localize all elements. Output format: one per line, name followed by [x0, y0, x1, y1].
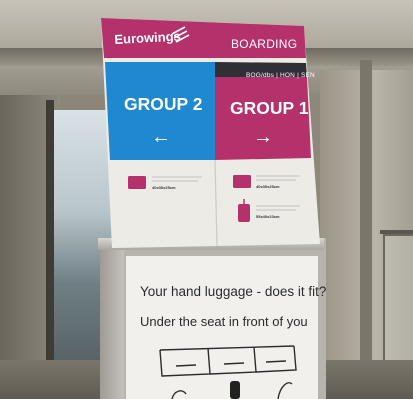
group-2-label: GROUP 2 [124, 94, 203, 114]
small-bag-icon-g1 [233, 175, 251, 188]
small-bag-icon-g2 [128, 176, 146, 189]
trolley-icon-g1 [238, 204, 250, 222]
bag-dims-g2: 40x30x25cm [152, 185, 176, 190]
bag-dims-g1: 40x30x25cm [256, 184, 280, 189]
boarding-label: BOARDING [231, 37, 298, 51]
group-1-label: GROUP 1 [230, 98, 309, 118]
destination-codes: BOG/dbs | HON | SEN [246, 72, 315, 79]
arrow-left-icon: ← [151, 126, 171, 148]
arrow-right-icon: → [253, 126, 273, 148]
boarding-sign [101, 18, 320, 248]
trolley-dims-g1: 55x40x23cm [256, 214, 280, 219]
